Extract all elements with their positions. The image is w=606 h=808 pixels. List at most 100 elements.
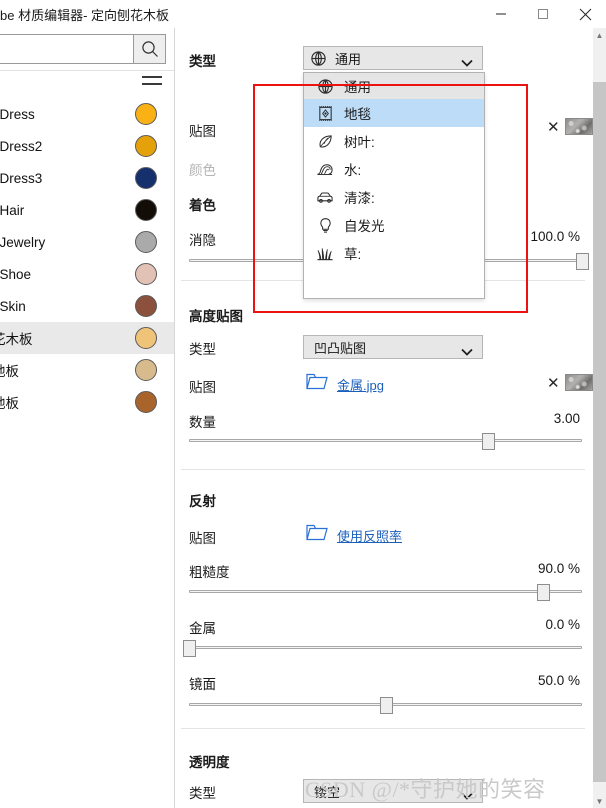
specular-row: 镜面 50.0 %: [176, 673, 590, 693]
dropdown-item-0[interactable]: 地毯: [304, 99, 484, 127]
hamburger-menu-icon[interactable]: [142, 76, 162, 92]
material-list-item[interactable]: 地板: [0, 386, 174, 418]
material-list-item[interactable]: _Dress3: [0, 162, 174, 194]
search-icon[interactable]: [133, 34, 166, 64]
material-color-swatch[interactable]: [135, 359, 157, 381]
section-divider: [181, 469, 585, 470]
type-row: 类型 通用: [176, 46, 590, 72]
metal-row: 金属 0.0 %: [176, 617, 590, 637]
carpet-icon: [314, 103, 336, 123]
material-color-swatch[interactable]: [135, 135, 157, 157]
metal-slider[interactable]: [183, 640, 582, 657]
reflect-texture-filename: 使用反照率: [337, 528, 403, 544]
height-texture-file-link[interactable]: 金属.jpg: [306, 373, 384, 395]
material-list-item[interactable]: _Skin: [0, 290, 174, 322]
transparency-section-title: 透明度: [189, 755, 230, 770]
window-title: be 材质编辑器- 定向刨花木板: [0, 8, 170, 23]
material-color-swatch[interactable]: [135, 103, 157, 125]
height-section-title: 高度贴图: [189, 309, 243, 324]
search-input[interactable]: [0, 34, 134, 64]
dropdown-item-5[interactable]: 草:: [304, 239, 484, 267]
roughness-label: 粗糙度: [189, 565, 230, 580]
type-combobox[interactable]: 通用: [303, 46, 483, 70]
material-color-swatch[interactable]: [135, 263, 157, 285]
dropdown-item-1[interactable]: 树叶:: [304, 127, 484, 155]
material-list-item[interactable]: _Dress: [0, 98, 174, 130]
dropdown-item-label: 树叶:: [344, 135, 375, 150]
material-color-swatch[interactable]: [135, 295, 157, 317]
slider-thumb[interactable]: [576, 253, 589, 270]
material-color-swatch[interactable]: [135, 327, 157, 349]
leaf-icon: [314, 131, 336, 151]
material-color-swatch[interactable]: [135, 391, 157, 413]
close-button[interactable]: [564, 0, 606, 28]
reflect-texture-file-link[interactable]: 使用反照率: [306, 524, 402, 546]
reflect-section-title-row: 反射: [176, 490, 590, 510]
height-type-combobox[interactable]: 凹凸贴图: [303, 335, 483, 359]
type-value: 通用: [335, 51, 362, 67]
folder-icon: [306, 524, 328, 546]
material-list-item-label: _Skin: [0, 298, 26, 314]
dropdown-item-label: 草:: [344, 247, 362, 262]
material-color-swatch[interactable]: [135, 199, 157, 221]
dropdown-item-4[interactable]: 自发光: [304, 211, 484, 239]
material-color-swatch[interactable]: [135, 231, 157, 253]
slider-thumb[interactable]: [536, 584, 550, 601]
scroll-down-icon[interactable]: ▼: [593, 794, 606, 808]
material-list-item-label: _Jewelry: [0, 234, 46, 250]
type-label: 类型: [189, 54, 216, 69]
height-amount-label: 数量: [189, 415, 216, 430]
height-amount-row: 数量 3.00: [176, 411, 590, 431]
slider-track: [189, 646, 582, 649]
material-list-item-label: 地板: [0, 364, 19, 379]
height-amount-slider[interactable]: [189, 433, 582, 450]
car-clearcoat-icon: [314, 187, 336, 207]
watermark-text: CSDN @/*守护她的笑容: [305, 777, 546, 802]
fade-label: 消隐: [189, 233, 216, 248]
slider-thumb[interactable]: [183, 640, 196, 657]
material-list-item-label: 花木板: [0, 332, 33, 347]
minimize-button[interactable]: [480, 0, 522, 28]
roughness-value: 90.0 %: [537, 561, 580, 576]
grass-icon: [314, 243, 336, 263]
search-row: [0, 30, 169, 68]
height-section-title-row: 高度贴图: [176, 305, 590, 325]
roughness-row: 粗糙度 90.0 %: [176, 561, 590, 581]
material-list-item[interactable]: _Shoe: [0, 258, 174, 290]
metal-label: 金属: [189, 621, 216, 636]
material-list-item[interactable]: 花木板: [0, 322, 174, 354]
dropdown-item-label: 地毯: [344, 107, 371, 122]
dropdown-item-label: 自发光: [344, 219, 385, 234]
roughness-slider[interactable]: [189, 584, 582, 601]
material-list: _Dress _Dress2 _Dress3 _Hair _Jewelry _Shoe _S…: [0, 98, 174, 418]
reflect-section-title: 反射: [189, 494, 216, 509]
material-list-item[interactable]: 地板: [0, 354, 174, 386]
scrollbar-thumb[interactable]: [593, 82, 606, 782]
specular-value: 50.0 %: [537, 673, 580, 688]
maximize-button[interactable]: [522, 0, 564, 28]
reflect-texture-row: 贴图 使用反照率: [176, 524, 590, 546]
dropdown-item-3[interactable]: 清漆:: [304, 183, 484, 211]
material-list-item[interactable]: _Dress2: [0, 130, 174, 162]
material-list-item-label: _Dress3: [0, 170, 43, 186]
texture-thumbnail[interactable]: [565, 118, 593, 135]
height-texture-thumbnail[interactable]: [565, 374, 593, 391]
material-list-item[interactable]: _Jewelry: [0, 226, 174, 258]
close-x-icon[interactable]: ✕: [547, 376, 560, 391]
specular-slider[interactable]: [189, 697, 582, 714]
material-list-item-label: _Shoe: [0, 266, 32, 282]
vertical-scrollbar[interactable]: ▲ ▼: [593, 28, 606, 808]
scroll-up-icon[interactable]: ▲: [593, 28, 606, 42]
material-list-item[interactable]: _Hair: [0, 194, 174, 226]
close-x-icon[interactable]: ✕: [547, 120, 560, 135]
slider-thumb[interactable]: [379, 697, 393, 714]
specular-label: 镜面: [189, 677, 216, 692]
material-color-swatch[interactable]: [135, 167, 157, 189]
dropdown-item-2[interactable]: 水:: [304, 155, 484, 183]
slider-track: [189, 439, 582, 442]
dropdown-item-label: 通用: [344, 80, 371, 95]
dropdown-item-generic[interactable]: 通用: [304, 73, 484, 99]
height-amount-value: 3.00: [553, 411, 580, 426]
slider-thumb[interactable]: [481, 433, 495, 450]
type-dropdown-menu[interactable]: 通用 地毯树叶: 水: 清漆: 自发光草:: [303, 72, 485, 299]
